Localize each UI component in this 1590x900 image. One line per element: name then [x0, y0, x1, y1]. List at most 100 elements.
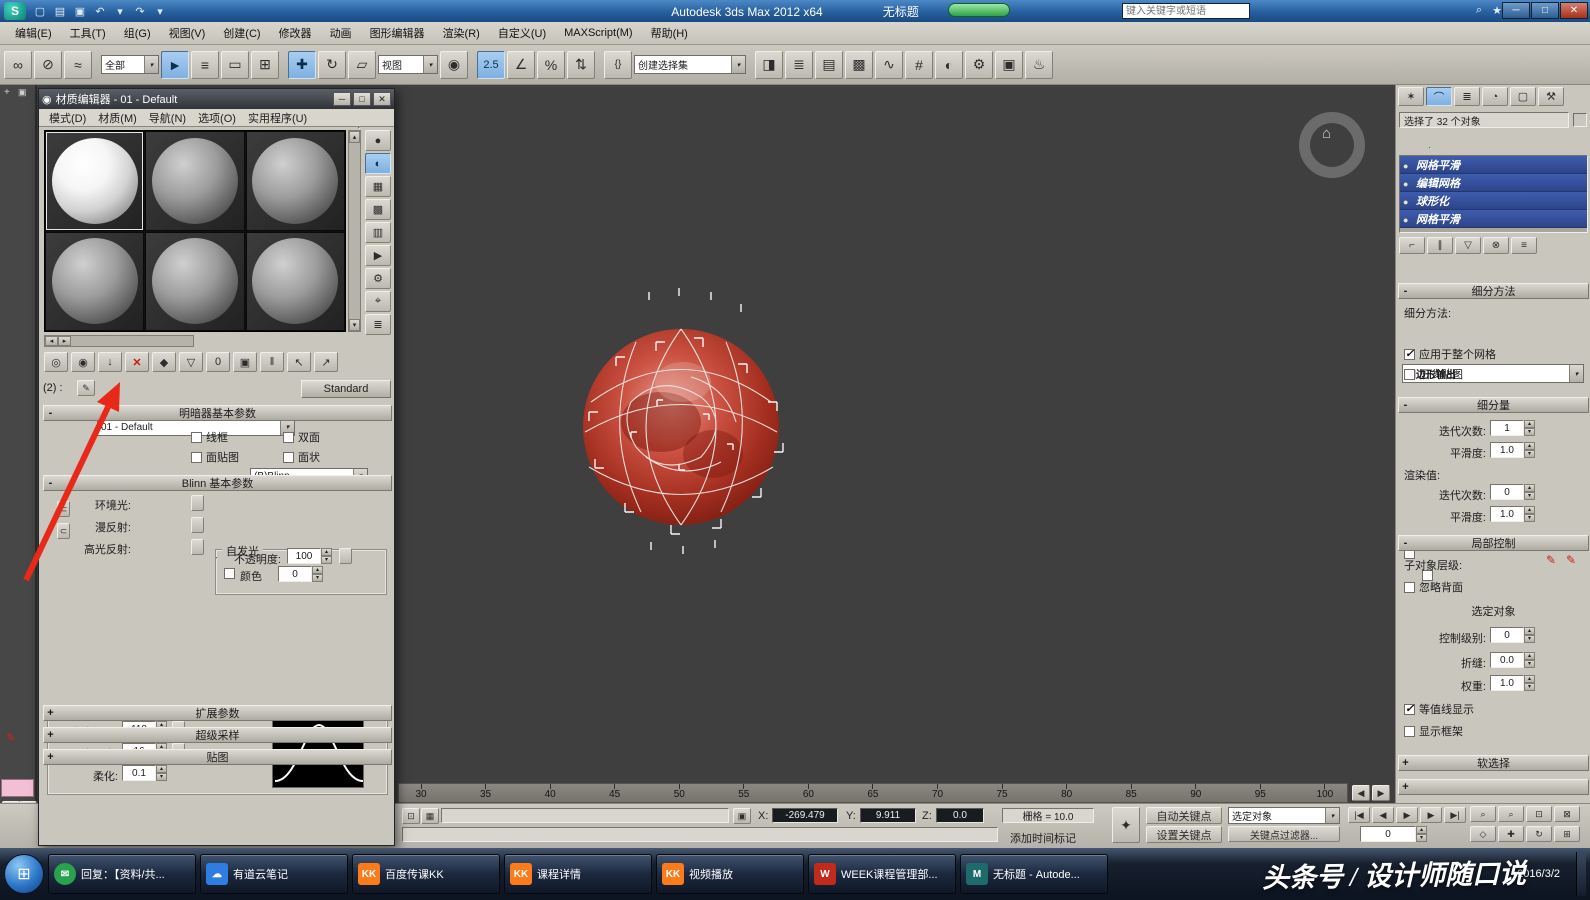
weight-spinner[interactable]: 1.0 — [1490, 675, 1535, 691]
zoom-icon[interactable]: ⌕ — [1470, 806, 1496, 822]
go-to-start-icon[interactable]: |◀ — [1348, 807, 1370, 823]
menu-item[interactable]: 组(G) — [115, 22, 160, 44]
configure-modifier-sets-icon[interactable]: ≡ — [1511, 237, 1537, 254]
timeline-ruler[interactable]: 30 35 40 45 50 55 60 65 70 75 80 85 90 95 100 — [398, 783, 1348, 803]
isoline-display-checkbox[interactable] — [1404, 702, 1415, 715]
specular-color-swatch[interactable] — [358, 127, 361, 129]
iterations-spinner[interactable]: 1 — [1490, 420, 1535, 436]
visibility-bulb-icon[interactable] — [1403, 196, 1413, 206]
sample-scrollbar[interactable]: ▴ ▾ — [348, 130, 361, 332]
scene-object-sphere[interactable] — [561, 282, 801, 562]
material-id-channel-icon[interactable]: 0 — [206, 352, 230, 372]
tab-create-icon[interactable]: ✶ — [1398, 87, 1424, 106]
render-setup-icon[interactable]: ⚙ — [965, 50, 993, 79]
diffuse-map-button[interactable] — [191, 517, 204, 533]
rollout-supersampling[interactable]: 超级采样 — [43, 727, 392, 743]
snap-toggle-button[interactable]: 2.5 — [477, 50, 505, 79]
ignore-backfacing-checkbox[interactable] — [1404, 582, 1415, 593]
render-production-icon[interactable]: ♨ — [1025, 50, 1053, 79]
x-coordinate-field[interactable]: -269.479 — [772, 808, 838, 823]
previous-frame-icon[interactable]: ◀ — [1372, 807, 1394, 823]
me-menu-item[interactable]: 实用程序(U) — [242, 108, 313, 128]
menu-item[interactable]: 创建(C) — [214, 22, 269, 44]
remove-modifier-icon[interactable]: ⊗ — [1483, 237, 1509, 254]
listener-input-strip[interactable] — [1, 779, 34, 797]
self-illumination-color-checkbox[interactable] — [224, 568, 235, 579]
modifier-stack-item[interactable]: 编辑网格 — [1400, 174, 1587, 192]
viewport-add-icon[interactable]: + — [4, 87, 10, 98]
selection-filter-dropdown[interactable]: 全部 — [101, 55, 159, 74]
visibility-bulb-icon[interactable] — [1403, 178, 1413, 188]
pin-stack-icon[interactable]: ⌐ — [1399, 237, 1425, 254]
select-and-link-icon[interactable]: ∞ — [4, 50, 32, 79]
close-button[interactable]: ✕ — [1560, 2, 1588, 19]
rollout-local-control[interactable]: 局部控制 — [1398, 535, 1589, 551]
taskbar-item[interactable]: M 无标题 - Autode... — [960, 854, 1108, 894]
make-preview-icon[interactable]: ▶ — [365, 245, 391, 266]
maximize-viewport-icon[interactable]: ⊞ — [1554, 826, 1580, 842]
zoom-all-icon[interactable]: ⌕ — [1498, 806, 1524, 822]
select-and-rotate-icon[interactable]: ↻ — [318, 50, 346, 79]
faceted-checkbox[interactable] — [283, 452, 294, 463]
material-editor-titlebar[interactable]: ◉ 材质编辑器 - 01 - Default ─ □ ✕ — [39, 89, 394, 109]
rollout-subdivision-method[interactable]: 细分方法 — [1398, 283, 1589, 299]
sample-slot[interactable] — [245, 131, 345, 231]
menu-item[interactable]: 动画 — [321, 22, 361, 44]
redo-dropdown-icon[interactable]: ▾ — [150, 3, 170, 20]
select-object-icon[interactable]: ► — [161, 50, 189, 79]
selection-lock-icon[interactable]: ▣ — [733, 808, 751, 824]
sample-slot[interactable] — [45, 131, 145, 231]
new-file-icon[interactable]: ▢ — [30, 3, 50, 20]
viewport-layout-icon[interactable]: ▣ — [18, 87, 27, 98]
open-file-icon[interactable]: ▤ — [50, 3, 70, 20]
named-selection-sets-dropdown[interactable]: 创建选择集 — [634, 55, 746, 74]
y-coordinate-field[interactable]: 9.911 — [860, 808, 916, 823]
current-frame-spinner[interactable]: 0 — [1360, 826, 1427, 842]
old-style-mapping-checkbox[interactable] — [1404, 369, 1415, 380]
smoothness-spinner[interactable]: 1.0 — [1490, 442, 1535, 458]
menu-item[interactable]: 图形编辑器 — [361, 22, 434, 44]
face-map-checkbox[interactable] — [191, 452, 202, 463]
edit-named-selections-icon[interactable]: {} — [604, 50, 632, 79]
background-icon[interactable]: ▦ — [365, 176, 391, 197]
show-material-in-viewport-icon[interactable]: ▣ — [233, 352, 257, 372]
self-illumination-spinner[interactable]: 0 — [278, 566, 323, 582]
zoom-extents-all-icon[interactable]: ⊠ — [1554, 806, 1580, 822]
menu-item[interactable]: 工具(T) — [61, 22, 115, 44]
rollout-soft-selection[interactable]: 软选择 — [1398, 755, 1589, 771]
select-by-name-icon[interactable]: ≡ — [191, 50, 219, 79]
sample-type-icon[interactable]: ● — [365, 130, 391, 151]
mirror-icon[interactable]: ◨ — [755, 50, 783, 79]
pick-material-from-object-icon[interactable]: ✎ — [77, 380, 95, 396]
me-menu-item[interactable]: 导航(N) — [143, 108, 192, 128]
menu-item[interactable]: 渲染(R) — [434, 22, 489, 44]
timeline-scroll-left-icon[interactable]: ◀ — [1352, 785, 1370, 801]
assign-material-to-selection-icon[interactable]: ↓ — [98, 352, 122, 372]
redo-icon[interactable]: ↷ — [130, 3, 150, 20]
me-menu-item[interactable]: 模式(D) — [43, 108, 92, 128]
reference-coordinate-dropdown[interactable]: 视图 — [378, 55, 438, 74]
backlight-icon[interactable]: ◐ — [365, 153, 391, 174]
reset-map-icon[interactable]: ✕ — [125, 352, 149, 372]
menu-item[interactable]: 修改器 — [270, 22, 321, 44]
taskbar-item[interactable]: ☁ 有道云笔记 — [200, 854, 348, 894]
align-icon[interactable]: ≣ — [785, 50, 813, 79]
next-frame-icon[interactable]: ▶ — [1420, 807, 1442, 823]
orbit-icon[interactable]: ↻ — [1526, 826, 1552, 842]
make-unique-icon[interactable]: ▽ — [1455, 237, 1481, 254]
rollout-extended-params[interactable]: 扩展参数 — [43, 705, 392, 721]
sample-h-scrollbar[interactable]: ◂ ▸ — [44, 335, 194, 347]
rollout-clipped[interactable] — [1398, 779, 1589, 795]
get-material-icon[interactable]: ◎ — [44, 352, 68, 372]
tab-display-icon[interactable]: ▢ — [1510, 87, 1536, 106]
me-minimize-button[interactable]: ─ — [333, 92, 351, 106]
window-crossing-icon[interactable]: ⊞ — [251, 50, 279, 79]
z-coordinate-field[interactable]: 0.0 — [936, 808, 984, 823]
tab-modify-icon[interactable]: ⌒ — [1426, 87, 1452, 106]
auto-key-button[interactable]: 自动关键点 — [1146, 807, 1222, 824]
set-key-button[interactable]: ✦ — [1112, 807, 1140, 843]
sample-slot[interactable] — [145, 131, 245, 231]
key-filters-button[interactable]: 关键点过滤器... — [1228, 826, 1340, 842]
sample-slot[interactable] — [45, 231, 145, 331]
tab-motion-icon[interactable]: ◔ — [1482, 87, 1508, 106]
